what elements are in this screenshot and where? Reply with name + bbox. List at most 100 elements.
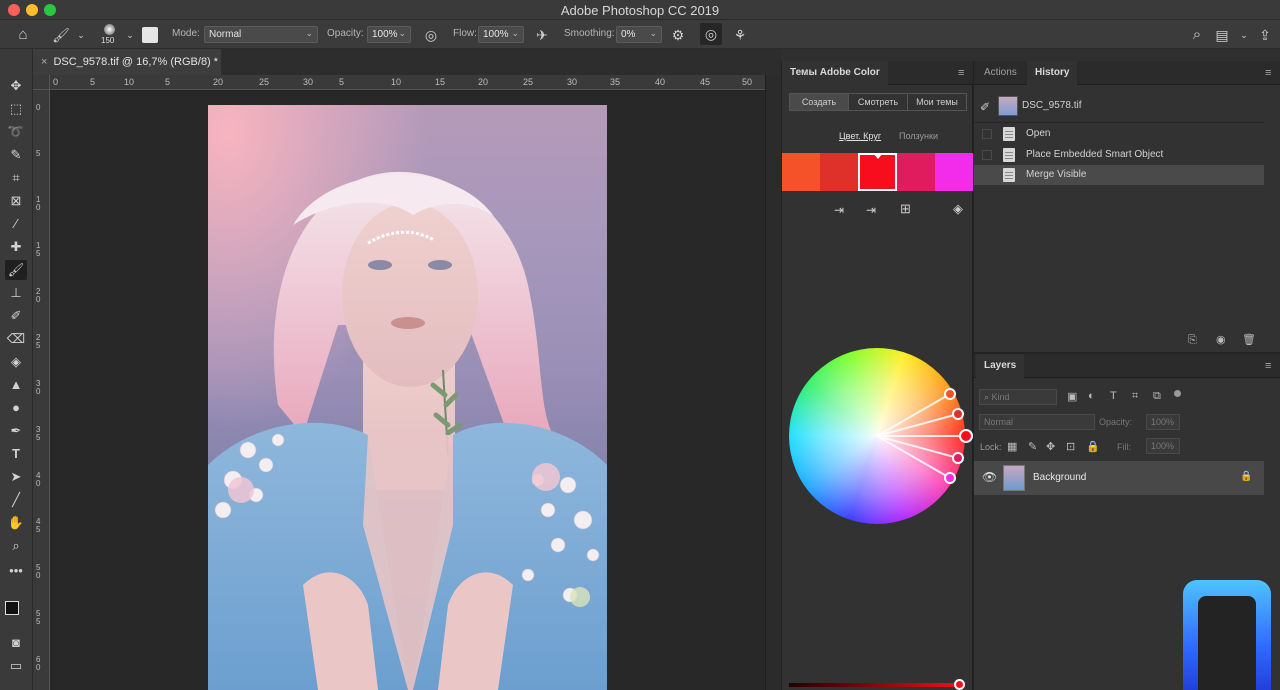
panel-menu-icon[interactable]: ≡ (958, 67, 964, 79)
brightness-slider-handle[interactable] (954, 679, 965, 690)
screen-mode-icon[interactable]: ▭ (5, 656, 27, 676)
harmony-handle[interactable] (952, 408, 964, 420)
segment-my-themes[interactable]: Мои темы (907, 93, 967, 111)
path-selection-tool-icon[interactable]: ➤ (5, 467, 27, 487)
smoothing-field[interactable]: 0% ⌄ (616, 26, 662, 43)
tab-layers[interactable]: Layers (976, 354, 1025, 378)
brightness-slider[interactable] (789, 679, 965, 690)
layer-row[interactable]: 👁 Background 🔒 (974, 461, 1264, 495)
mode-tab-sliders[interactable]: Ползунки (899, 131, 938, 141)
tab-adobe-color-themes[interactable]: Темы Adobe Color (782, 61, 888, 85)
filter-smart-object-icon[interactable]: ⧉ (1153, 390, 1161, 403)
lock-all-icon[interactable]: 🔒 (1086, 440, 1100, 453)
brush-settings-icon[interactable] (142, 27, 158, 43)
line-tool-icon[interactable]: ╱ (5, 490, 27, 510)
type-tool-icon[interactable]: T (5, 444, 27, 464)
theme-swatch[interactable] (934, 153, 974, 191)
move-tool-icon[interactable]: ✥ (5, 76, 27, 96)
fill-field[interactable]: 100% (1146, 438, 1180, 454)
lock-position-icon[interactable]: ✥ (1046, 440, 1055, 453)
clone-stamp-tool-icon[interactable]: ⊥ (5, 283, 27, 303)
brush-preset-icon[interactable]: 🖌 (52, 26, 70, 44)
theme-swatch[interactable] (782, 153, 821, 191)
horizontal-ruler[interactable]: 0 5 10 5 20 25 30 5 10 15 20 25 30 35 40 45 50 (50, 75, 765, 90)
canvas-scrollbar[interactable] (765, 75, 781, 690)
quick-select-tool-icon[interactable]: ✎ (5, 145, 27, 165)
share-icon[interactable]: ⇪ (1256, 26, 1274, 44)
history-state[interactable]: Open (974, 124, 1264, 144)
vertical-ruler[interactable]: 05101520253035404550556065 (33, 90, 50, 690)
segment-explore[interactable]: Смотреть (848, 93, 908, 111)
chevron-down-icon[interactable]: ⌄ (121, 26, 139, 44)
harmony-rule-icon[interactable]: ◈ (953, 201, 963, 217)
history-brush-checkbox[interactable] (982, 129, 992, 139)
history-snapshot[interactable]: ✐ DSC_9578.tif (974, 93, 1264, 123)
lock-pixels-icon[interactable]: ✎ (1028, 440, 1037, 453)
harmony-handle[interactable] (944, 388, 956, 400)
more-tools-icon[interactable]: ••• (5, 561, 27, 581)
new-document-from-state-icon[interactable]: ⎘ (1188, 334, 1197, 347)
close-tab-icon[interactable]: × (41, 56, 47, 68)
segment-create[interactable]: Создать (789, 93, 849, 111)
home-icon[interactable]: ⌂ (14, 26, 32, 44)
pressure-size-button[interactable]: ◎ (700, 23, 722, 45)
history-brush-tool-icon[interactable]: ✐ (5, 306, 27, 326)
ruler-origin[interactable] (33, 75, 50, 90)
harmony-base-handle[interactable] (959, 429, 973, 443)
chevron-down-icon[interactable]: ⌄ (1235, 26, 1253, 44)
eyedropper-tool-icon[interactable]: ⁄ (5, 214, 27, 234)
paint-bucket-tool-icon[interactable]: ◈ (5, 352, 27, 372)
history-state[interactable]: Place Embedded Smart Object (974, 145, 1264, 165)
pen-tool-icon[interactable]: ✒ (5, 421, 27, 441)
chevron-down-icon[interactable]: ⌄ (72, 26, 90, 44)
document-image[interactable] (208, 105, 607, 690)
filter-shape-icon[interactable]: ⌗ (1132, 390, 1138, 403)
quick-mask-icon[interactable]: ◙ (5, 633, 27, 653)
mode-select[interactable]: Normal ⌄ (204, 26, 318, 43)
grid-icon[interactable]: ⊞ (900, 201, 911, 217)
opacity-field[interactable]: 100% ⌄ (367, 26, 411, 43)
set-foreground-icon[interactable]: ⇥ (866, 203, 876, 217)
layer-opacity-field[interactable]: 100% (1146, 414, 1180, 430)
dodge-tool-icon[interactable]: ● (5, 398, 27, 418)
add-to-swatches-icon[interactable]: ⇥ (834, 203, 844, 217)
crop-tool-icon[interactable]: ⌗ (5, 168, 27, 188)
filter-pixel-icon[interactable]: ▣ (1067, 390, 1077, 403)
history-brush-source-icon[interactable]: ✐ (980, 100, 990, 114)
harmony-handle[interactable] (952, 452, 964, 464)
pressure-opacity-icon[interactable]: ◎ (422, 26, 440, 44)
blend-mode-select[interactable]: Normal (979, 414, 1095, 430)
blur-tool-icon[interactable]: ▲ (5, 375, 27, 395)
trash-icon[interactable]: 🗑 (1242, 333, 1256, 346)
flow-field[interactable]: 100% ⌄ (478, 26, 524, 43)
search-icon[interactable]: ⌕ (1188, 26, 1206, 44)
panel-menu-icon[interactable]: ≡ (1265, 67, 1271, 79)
tab-history[interactable]: History (1027, 61, 1078, 85)
theme-swatch[interactable] (820, 153, 859, 191)
harmony-handle[interactable] (944, 472, 956, 484)
panel-menu-icon[interactable]: ≡ (1265, 360, 1271, 372)
color-wheel[interactable] (789, 348, 973, 524)
tab-actions[interactable]: Actions (976, 61, 1025, 85)
eye-icon[interactable]: 👁 (982, 470, 997, 484)
filter-adjustment-icon[interactable]: ◐ (1088, 390, 1095, 402)
zoom-tool-icon[interactable]: ⌕ (5, 536, 27, 556)
healing-brush-tool-icon[interactable]: ✚ (5, 237, 27, 257)
camera-icon[interactable]: ◉ (1216, 333, 1226, 346)
marquee-tool-icon[interactable]: ⬚ (5, 99, 27, 119)
document-tab[interactable]: × DSC_9578.tif @ 16,7% (RGB/8) * (33, 49, 221, 75)
symmetry-icon[interactable]: ⚘ (731, 26, 749, 44)
layer-filter-select[interactable]: ⌕ Kind (979, 389, 1057, 405)
gear-icon[interactable]: ⚙ (669, 26, 687, 44)
history-state[interactable]: Merge Visible (974, 165, 1264, 185)
lock-transparency-icon[interactable]: ▦ (1007, 440, 1017, 453)
foreground-color-swatch[interactable] (5, 601, 19, 615)
theme-swatch[interactable] (896, 153, 936, 191)
frame-tool-icon[interactable]: ⊠ (5, 191, 27, 211)
hand-tool-icon[interactable]: ✋ (5, 513, 27, 533)
filter-type-icon[interactable]: T (1110, 390, 1117, 402)
lock-artboard-icon[interactable]: ⊡ (1066, 440, 1075, 453)
airbrush-icon[interactable]: ✈ (533, 26, 551, 44)
eraser-tool-icon[interactable]: ⌫ (5, 329, 27, 349)
history-brush-checkbox[interactable] (982, 149, 992, 160)
